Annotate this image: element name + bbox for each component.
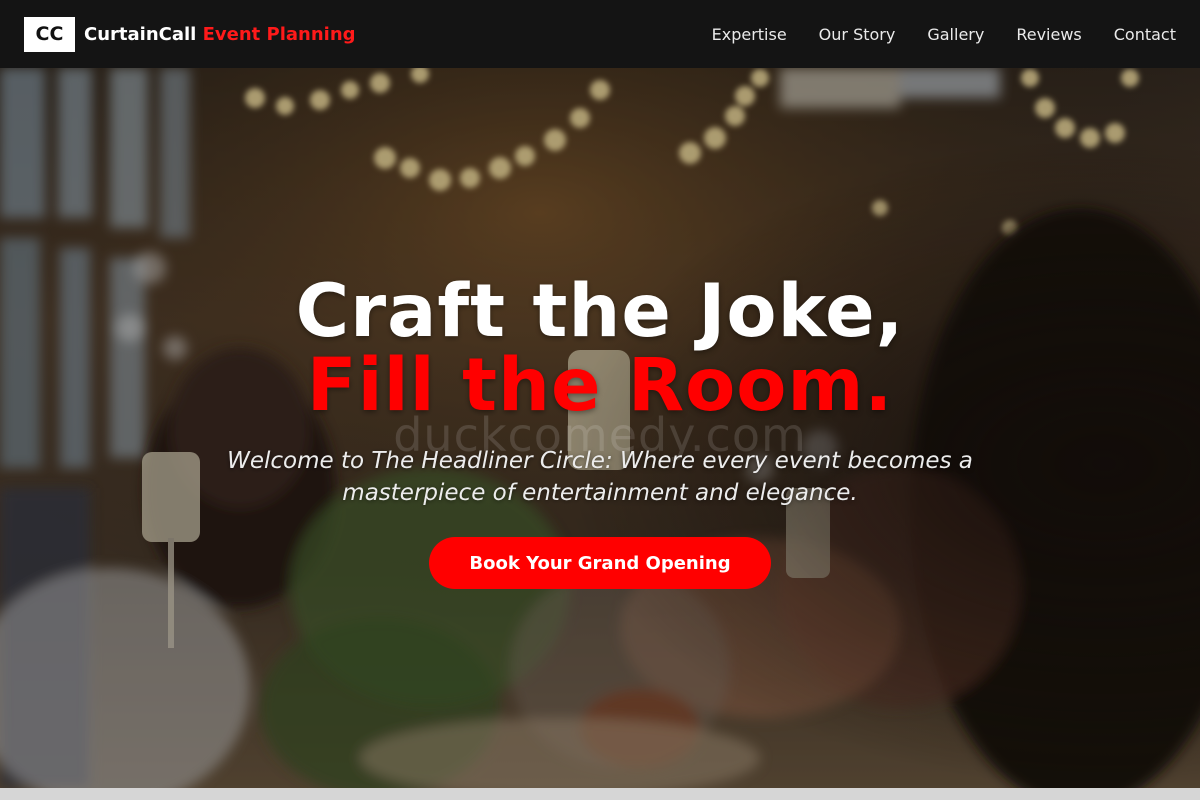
- brand-name-accent: Event Planning: [202, 23, 356, 45]
- hero-headline: Craft the Joke, Fill the Room.: [296, 275, 905, 423]
- brand-name: CurtainCall Event Planning: [84, 24, 356, 45]
- nav-link-reviews[interactable]: Reviews: [1016, 25, 1081, 44]
- nav-link-expertise[interactable]: Expertise: [712, 25, 787, 44]
- site-header: CC CurtainCall Event Planning Expertise …: [0, 0, 1200, 68]
- nav-link-contact[interactable]: Contact: [1114, 25, 1176, 44]
- brand-name-main: CurtainCall: [84, 23, 197, 45]
- next-section-edge: [0, 788, 1200, 800]
- headline-line-2: Fill the Room.: [306, 343, 894, 428]
- hero-section: duckcomedy.com Craft the Joke, Fill the …: [0, 68, 1200, 788]
- nav-menu: Expertise Our Story Gallery Reviews Cont…: [712, 25, 1176, 44]
- hero-tagline: Welcome to The Headliner Circle: Where e…: [227, 448, 973, 506]
- headline-line-1: Craft the Joke,: [295, 269, 905, 354]
- logo-mark: CC: [24, 16, 75, 52]
- nav-link-gallery[interactable]: Gallery: [927, 25, 984, 44]
- nav-link-our-story[interactable]: Our Story: [819, 25, 896, 44]
- brand-logo-link[interactable]: CC CurtainCall Event Planning: [24, 16, 356, 52]
- book-grand-opening-button[interactable]: Book Your Grand Opening: [429, 537, 771, 589]
- hero-content: Craft the Joke, Fill the Room. Welcome t…: [0, 68, 1200, 788]
